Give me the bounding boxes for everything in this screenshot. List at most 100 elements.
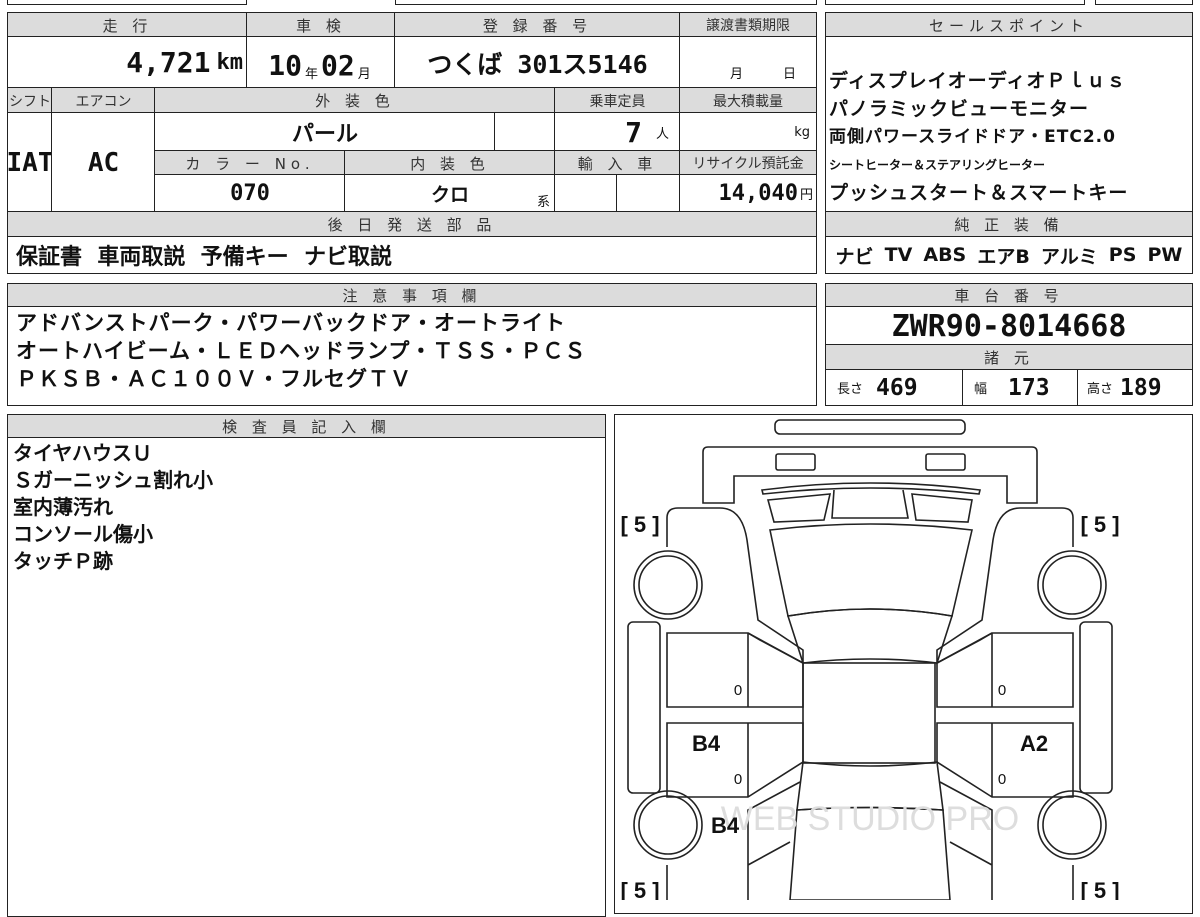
ac-header: エアコン xyxy=(51,87,156,114)
length-cell: 長さ 469 xyxy=(825,369,964,406)
equipment-item: ABS xyxy=(923,244,967,266)
exterior-header: 外 装 色 xyxy=(154,87,556,114)
note-line: オートハイビーム・ＬＥＤヘッドランプ・ＴＳＳ・ＰＣＳ xyxy=(16,339,587,363)
hood-edge xyxy=(761,482,981,495)
shift-cell: IAT xyxy=(7,112,53,213)
chassis-number: ZWR90-8014668 xyxy=(891,308,1127,344)
mileage-cell: 4,721 km xyxy=(7,36,248,89)
interior-value: クロ xyxy=(430,184,469,206)
wheel-rear-left xyxy=(638,795,698,855)
front-fender-left xyxy=(666,507,804,665)
interior-header: 内 装 色 xyxy=(344,150,556,176)
tire-tread-front-left: [ 5 ] xyxy=(620,512,659,537)
color-no-value: 070 xyxy=(230,181,270,206)
inspector-line: コンソール傷小 xyxy=(13,522,153,546)
sales-point: プッシュスタート＆スマートキー xyxy=(829,182,1129,204)
interior-cell: クロ 系 xyxy=(344,174,556,213)
transfer-cell: 月 日 xyxy=(679,36,817,89)
sill-right xyxy=(1079,621,1113,794)
sill-left xyxy=(627,621,661,794)
month-unit: 月 xyxy=(357,67,371,82)
hood xyxy=(769,523,973,617)
later-parts-cell: 保証書 車両取説 予備キー ナビ取説 xyxy=(7,236,817,274)
inspection-header: 車 検 xyxy=(246,12,396,38)
equipment-item: PW xyxy=(1147,244,1183,266)
height-cell: 高さ 189 xyxy=(1077,369,1193,406)
sales-point: 両側パワースライドドア・ETC2.0 xyxy=(829,127,1116,147)
sales-point: パノラミックビューモニター xyxy=(829,98,1090,120)
inspector-line: 室内薄汚れ xyxy=(13,495,113,519)
wheel-rear-right xyxy=(1042,795,1102,855)
damage-right-rear-door: A2 xyxy=(1020,731,1048,756)
spec-header: 諸 元 xyxy=(825,344,1193,371)
mileage-value: 4,721 xyxy=(126,46,211,79)
later-parts-header: 後 日 発 送 部 品 xyxy=(7,211,817,238)
inspection-cell: 10 年 02 月 xyxy=(246,36,396,89)
exterior-extra-cell xyxy=(494,112,556,152)
capacity-header: 乗車定員 xyxy=(554,87,681,114)
car-damage-diagram: WEB STUDIO PRO [ 5 ] [ 5 ] [ 5 ] [ 5 ] 0… xyxy=(620,419,1120,900)
ac-cell: AC xyxy=(51,112,156,213)
chassis-header: 車 台 番 号 xyxy=(825,283,1193,308)
width-value: 173 xyxy=(1008,374,1050,401)
mark-left-front-door: 0 xyxy=(734,682,742,699)
top-strip-cell xyxy=(395,0,817,5)
capacity-cell: 7 人 xyxy=(554,112,681,152)
damage-left-rear-door: B4 xyxy=(692,731,721,756)
inspector-line: タイヤハウスＵ xyxy=(13,441,152,465)
capacity-unit: 人 xyxy=(655,126,669,142)
damage-left-rear-fender: B4 xyxy=(711,813,740,838)
transfer-month-unit: 月 xyxy=(729,67,743,82)
height-value: 189 xyxy=(1120,374,1162,401)
mileage-header: 走 行 xyxy=(7,12,248,38)
windshield xyxy=(786,608,954,664)
equipment-header: 純 正 装 備 xyxy=(825,211,1193,238)
exterior-cell: パール xyxy=(154,112,496,152)
tire-tread-rear-right: [ 5 ] xyxy=(1080,878,1119,900)
note-line: ＰＫＳＢ・ＡＣ１００Ｖ・フルセグＴＶ xyxy=(16,367,412,391)
inspector-line: Ｓガーニッシュ割れ小 xyxy=(13,468,213,492)
shift-header: シフト xyxy=(7,87,53,114)
roof xyxy=(802,662,936,764)
max-load-header: 最大積載量 xyxy=(679,87,817,114)
length-value: 469 xyxy=(876,374,918,401)
equipment-item: TV xyxy=(884,244,913,266)
recycle-value: 14,040 xyxy=(718,181,798,206)
height-label: 高さ xyxy=(1087,382,1114,397)
equipment-cell: ナビ TV ABS エアB アルミ PS PW xyxy=(825,236,1193,274)
inspection-month: 02 xyxy=(321,49,355,82)
mark-left-rear-door: 0 xyxy=(734,771,742,788)
max-load-cell: kg xyxy=(679,112,817,152)
registration-cell: つくば 301ス5146 xyxy=(394,36,681,89)
exterior-value: パール xyxy=(291,122,358,147)
top-strip-cell xyxy=(7,0,247,5)
mark-right-rear-door: 0 xyxy=(998,771,1006,788)
recycle-header: リサイクル預託金 xyxy=(679,150,817,176)
max-load-unit: kg xyxy=(794,124,810,140)
color-no-header: カ ラ ー No. xyxy=(154,150,346,176)
width-cell: 幅 173 xyxy=(962,369,1079,406)
wheel-front-right xyxy=(1042,555,1102,615)
registration-value: つくば 301ス5146 xyxy=(427,49,648,79)
recycle-unit: 円 xyxy=(799,188,813,203)
front-fender-right xyxy=(936,507,1074,665)
top-strip-cell xyxy=(825,0,1085,5)
year-unit: 年 xyxy=(304,67,318,82)
transfer-header: 譲渡書類期限 xyxy=(679,12,817,38)
tire-tread-rear-left: [ 5 ] xyxy=(620,878,659,900)
recycle-cell: 14,040 円 xyxy=(679,174,817,213)
front-bumper xyxy=(774,419,966,435)
notes-body: アドバンストパーク・パワーバックドア・オートライト オートハイビーム・ＬＥＤヘッ… xyxy=(7,306,817,406)
equipment-item: PS xyxy=(1108,244,1137,266)
capacity-value: 7 xyxy=(625,115,642,149)
color-no-cell: 070 xyxy=(154,174,346,213)
transfer-day-unit: 日 xyxy=(782,67,796,82)
width-label: 幅 xyxy=(974,382,988,397)
watermark: WEB STUDIO PRO xyxy=(721,800,1019,838)
registration-header: 登 録 番 号 xyxy=(394,12,681,38)
front-panel xyxy=(702,446,1038,504)
mileage-unit: km xyxy=(216,50,244,75)
sales-points-header: セールスポイント xyxy=(825,12,1193,38)
inspection-year: 10 xyxy=(268,49,302,82)
import-cell-1 xyxy=(554,174,618,213)
